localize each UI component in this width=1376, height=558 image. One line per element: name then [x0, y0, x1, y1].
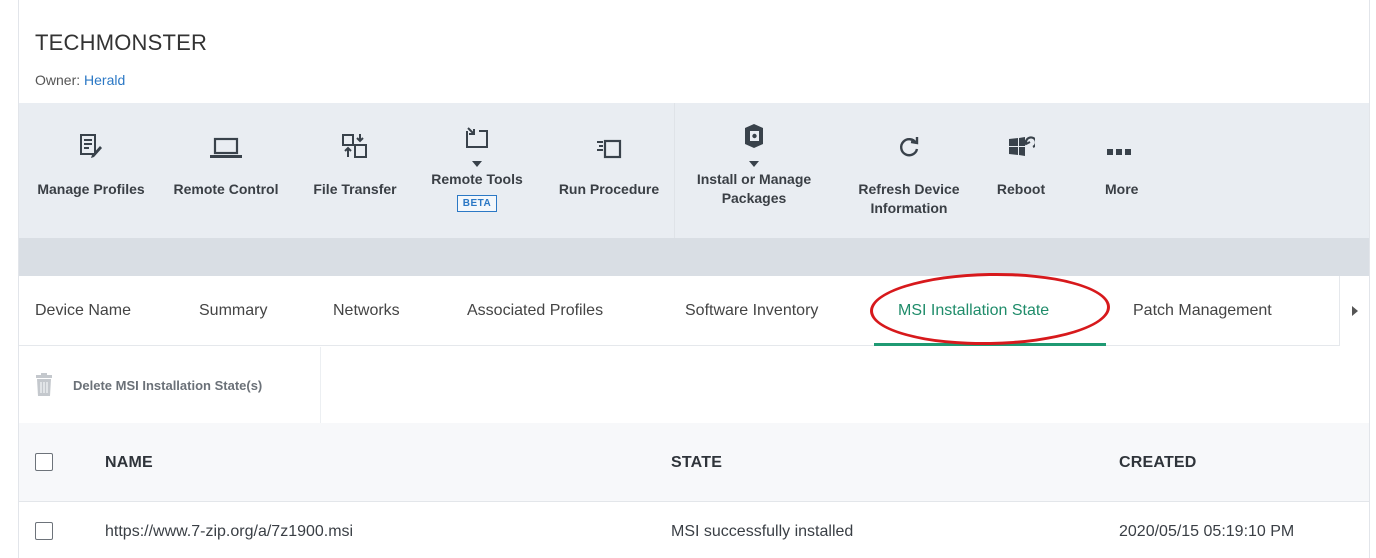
install-packages-label-line2: Packages [721, 190, 787, 206]
row-created-cell: 2020/05/15 05:19:10 PM [1119, 523, 1295, 540]
run-procedure-button[interactable]: Run Procedure [543, 103, 675, 238]
column-header-created[interactable]: CREATED [1119, 454, 1197, 472]
file-transfer-icon [342, 103, 368, 163]
file-transfer-button[interactable]: File Transfer [299, 103, 411, 238]
reboot-label: Reboot [996, 181, 1046, 197]
column-header-state[interactable]: STATE [671, 454, 722, 472]
remote-control-button[interactable]: Remote Control [163, 103, 289, 238]
tab-patch-management[interactable]: Patch Management [1133, 302, 1272, 320]
refresh-label-line1: Refresh Device [858, 181, 960, 197]
refresh-label-line2: Information [870, 200, 948, 216]
install-packages-button[interactable]: Install or Manage Packages [679, 103, 829, 238]
chevron-right-icon [1351, 306, 1358, 316]
refresh-icon [897, 103, 921, 163]
more-label: More [1105, 181, 1139, 197]
action-bar: Delete MSI Installation State(s) [19, 347, 321, 423]
run-procedure-label: Run Procedure [558, 181, 660, 197]
install-packages-label: Install or Manage Packages [697, 170, 811, 208]
owner-link[interactable]: Herald [84, 72, 125, 88]
trash-icon [36, 373, 52, 396]
column-header-name[interactable]: NAME [105, 454, 153, 472]
manage-profiles-button[interactable]: Manage Profiles [19, 103, 163, 238]
device-toolbar: Manage Profiles Remote Control File Tran… [19, 103, 1369, 238]
delete-msi-state-button[interactable]: Delete MSI Installation State(s) [35, 373, 262, 397]
table-row[interactable]: https://www.7-zip.org/a/7z1900.msi MSI s… [19, 502, 1369, 558]
select-all-checkbox[interactable] [35, 453, 53, 471]
row-name-cell: https://www.7-zip.org/a/7z1900.msi [105, 523, 354, 540]
row-state-cell: MSI successfully installed [671, 523, 854, 540]
more-dots-icon [1099, 103, 1131, 163]
tab-networks[interactable]: Networks [333, 302, 400, 320]
remote-tools-label: Remote Tools [431, 171, 523, 187]
file-transfer-label: File Transfer [313, 181, 397, 197]
more-button[interactable]: More [1099, 103, 1149, 238]
tabs-scroll-right-button[interactable] [1339, 276, 1369, 346]
delete-msi-state-label: Delete MSI Installation State(s) [73, 377, 263, 393]
toolbar-divider [674, 103, 675, 238]
remote-tools-icon [465, 103, 489, 163]
remote-tools-dropdown-icon [472, 161, 482, 167]
device-header: TECHMONSTER Owner: Herald [19, 0, 1369, 103]
reboot-button[interactable]: Reboot [985, 103, 1057, 238]
beta-badge: BETA [456, 195, 498, 212]
toolbar-footer-bar [19, 238, 1369, 276]
device-details-panel: TECHMONSTER Owner: Herald Manage Profile… [18, 0, 1370, 558]
refresh-device-button[interactable]: Refresh Device Information [839, 103, 979, 238]
device-tabs: Device Name Summary Networks Associated … [19, 276, 1369, 346]
tab-summary[interactable]: Summary [199, 302, 267, 320]
row-checkbox[interactable] [35, 522, 53, 540]
remote-control-label: Remote Control [173, 181, 279, 197]
tab-associated-profiles[interactable]: Associated Profiles [467, 302, 603, 320]
install-packages-dropdown-icon [749, 161, 759, 167]
install-packages-label-line1: Install or Manage [696, 171, 812, 187]
owner-line: Owner: Herald [35, 72, 125, 88]
package-icon [743, 103, 765, 163]
reboot-icon [1007, 103, 1035, 163]
manage-profiles-label: Manage Profiles [37, 181, 145, 197]
manage-profiles-icon [79, 103, 103, 163]
tab-software-inventory[interactable]: Software Inventory [685, 302, 818, 320]
run-procedure-icon [596, 103, 622, 163]
laptop-icon [209, 103, 243, 163]
remote-tools-button[interactable]: Remote Tools BETA [419, 103, 535, 238]
tab-device-name[interactable]: Device Name [35, 302, 131, 320]
owner-label: Owner: [35, 72, 81, 88]
device-title: TECHMONSTER [35, 30, 208, 55]
refresh-device-label: Refresh Device Information [858, 180, 959, 218]
table-header: NAME STATE CREATED [19, 423, 1369, 502]
